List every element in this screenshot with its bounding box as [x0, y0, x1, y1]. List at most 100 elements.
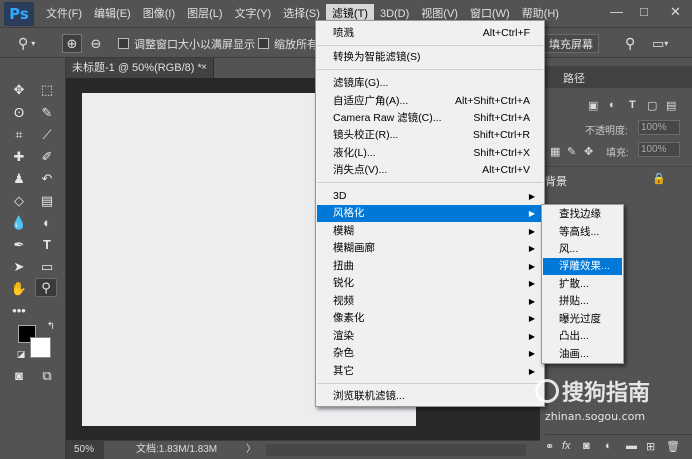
menu-item-blur-gallery[interactable]: 模糊画廊 ▶ [317, 240, 543, 257]
quick-select-tool-icon[interactable]: ✎ [36, 103, 58, 122]
menu-item-lens-correction[interactable]: 镜头校正(R)... Shift+Ctrl+R [317, 127, 543, 144]
resize-window-checkbox[interactable] [118, 38, 129, 49]
menu-item-camera-raw[interactable]: Camera Raw 滤镜(C)... Shift+Ctrl+A [317, 110, 543, 127]
menu-file[interactable]: 文件(F) [40, 4, 88, 24]
menu-item-stylize[interactable]: 风格化 ▶ [317, 205, 543, 222]
menu-layer[interactable]: 图层(L) [181, 4, 228, 24]
hand-tool-icon[interactable]: ✋ [8, 279, 30, 298]
filter-menu-dropdown: 喷溅 Alt+Ctrl+F 转换为智能滤镜(S) 滤镜库(G)... 自适应广角… [315, 20, 545, 407]
menu-image[interactable]: 图像(I) [137, 4, 181, 24]
tab-paths[interactable]: 路径 [563, 70, 585, 86]
resize-window-option[interactable]: 调整窗口大小以满屏显示 [118, 34, 255, 53]
zoom-in-icon[interactable]: ⊕ [62, 34, 82, 53]
edit-toolbar-icon[interactable]: ••• [8, 301, 30, 320]
add-mask-icon[interactable]: ◙ [583, 440, 590, 452]
blur-tool-icon[interactable]: 💧 [8, 213, 30, 232]
lock-position-icon[interactable]: ✥ [584, 145, 593, 158]
status-menu-arrow[interactable]: 〉 [246, 441, 256, 459]
lasso-tool-icon[interactable]: ʘ [8, 103, 30, 122]
gradient-tool-icon[interactable]: ▤ [36, 191, 58, 210]
menu-item-vanishing-point[interactable]: 消失点(V)... Alt+Ctrl+V [317, 162, 543, 179]
menu-type[interactable]: 文字(Y) [229, 4, 278, 24]
rectangle-tool-icon[interactable]: ▭ [36, 257, 58, 276]
lock-transparent-icon[interactable]: ▦ [550, 145, 560, 158]
lock-image-icon[interactable]: ✎ [567, 145, 576, 158]
menu-item-video[interactable]: 视频 ▶ [317, 293, 543, 310]
default-colors-icon[interactable]: ◪ [10, 345, 32, 364]
menu-item-filter-gallery[interactable]: 滤镜库(G)... [317, 75, 543, 92]
zoom-all-checkbox[interactable] [258, 38, 269, 49]
search-icon[interactable]: ⚲ [625, 34, 635, 53]
submenu-item-tiles[interactable]: 拼贴... [543, 293, 622, 310]
adjustment-layer-icon[interactable]: ◐ [605, 440, 612, 452]
horizontal-scrollbar[interactable] [266, 444, 526, 456]
submenu-item-diffuse[interactable]: 扩散... [543, 276, 622, 293]
eyedropper-tool-icon[interactable]: ⟋ [36, 125, 58, 144]
maximize-button[interactable]: □ [640, 4, 648, 19]
submenu-item-wind[interactable]: 风... [543, 241, 622, 258]
menu-item-3d[interactable]: 3D ▶ [317, 188, 543, 205]
marquee-tool-icon[interactable]: ⬚ [36, 80, 58, 99]
new-layer-icon[interactable]: ⊞ [646, 440, 655, 453]
close-button[interactable]: ✕ [670, 4, 681, 20]
zoom-tool-preset-icon[interactable]: ⚲ ▾ [18, 34, 35, 53]
fill-screen-button[interactable]: 填充屏幕 [543, 34, 599, 53]
zoom-all-option[interactable]: 缩放所有 [258, 34, 318, 53]
menu-item-blur[interactable]: 模糊 ▶ [317, 223, 543, 240]
filter-shape-icon[interactable]: ▢ [647, 99, 657, 112]
brush-tool-icon[interactable]: ✐ [36, 147, 58, 166]
menu-item-liquify[interactable]: 液化(L)... Shift+Ctrl+X [317, 145, 543, 162]
submenu-item-extrude[interactable]: 凸出... [543, 328, 622, 345]
filter-smart-icon[interactable]: ▤ [666, 99, 676, 112]
clone-stamp-tool-icon[interactable]: ♟ [8, 169, 30, 188]
minimize-button[interactable]: — [610, 4, 623, 19]
filter-adjust-icon[interactable]: ◐ [609, 99, 616, 111]
submenu-item-trace-contour[interactable]: 等高线... [543, 224, 622, 241]
menu-item-label: 液化(L)... [333, 147, 376, 159]
menu-item-noise[interactable]: 杂色 ▶ [317, 345, 543, 362]
filter-pixel-icon[interactable]: ▣ [588, 99, 598, 112]
screen-mode-icon[interactable]: ⧉ [36, 366, 58, 385]
pen-tool-icon[interactable]: ✒ [8, 235, 30, 254]
delete-layer-icon[interactable]: 🗑 [666, 440, 680, 453]
menu-item-browse-online-filters[interactable]: 浏览联机滤镜... [317, 388, 543, 405]
resize-window-label: 调整窗口大小以满屏显示 [134, 38, 255, 51]
filter-type-icon[interactable]: T [629, 99, 636, 111]
workspace-icon[interactable]: ▭ ▾ [652, 34, 668, 53]
opacity-input[interactable]: 100% [638, 120, 680, 135]
close-tab-icon[interactable]: × [201, 58, 207, 78]
fx-icon[interactable]: fx [562, 440, 571, 452]
zoom-out-icon[interactable]: ⊖ [86, 34, 106, 53]
menu-item-render[interactable]: 渲染 ▶ [317, 328, 543, 345]
menu-edit[interactable]: 编辑(E) [88, 4, 137, 24]
submenu-item-emboss[interactable]: 浮雕效果... [543, 258, 622, 275]
zoom-level[interactable]: 50% [66, 441, 104, 459]
menu-item-other[interactable]: 其它 ▶ [317, 363, 543, 380]
eraser-tool-icon[interactable]: ◇ [8, 191, 30, 210]
zoom-tool-icon[interactable]: ⚲ [35, 278, 57, 297]
fill-input[interactable]: 100% [638, 142, 680, 157]
menu-item-adaptive-wide-angle[interactable]: 自适应广角(A)... Alt+Shift+Ctrl+A [317, 93, 543, 110]
menu-item-convert-smart-filter[interactable]: 转换为智能滤镜(S) [317, 49, 543, 66]
crop-tool-icon[interactable]: ⌗ [8, 125, 30, 144]
swap-colors-icon[interactable]: ↰ [40, 317, 62, 336]
link-layers-icon[interactable]: ⚭ [545, 440, 554, 453]
new-group-icon[interactable]: ▬ [626, 440, 637, 452]
submenu-item-find-edges[interactable]: 查找边缘 [543, 206, 622, 223]
history-brush-tool-icon[interactable]: ↶ [36, 169, 58, 188]
menu-item-splash[interactable]: 喷溅 Alt+Ctrl+F [317, 25, 543, 42]
move-tool-icon[interactable]: ✥ [8, 80, 30, 99]
menu-item-distort[interactable]: 扭曲 ▶ [317, 258, 543, 275]
path-selection-tool-icon[interactable]: ➤ [8, 257, 30, 276]
quick-mask-icon[interactable]: ◙ [8, 366, 30, 385]
background-color-swatch[interactable] [30, 337, 51, 358]
menu-item-pixelate[interactable]: 像素化 ▶ [317, 310, 543, 327]
healing-brush-tool-icon[interactable]: ✚ [8, 147, 30, 166]
type-tool-icon[interactable]: T [36, 235, 58, 254]
dodge-tool-icon[interactable]: ◐ [36, 213, 58, 232]
layer-background-row[interactable]: 背景 🔒 [545, 166, 692, 192]
submenu-item-solarize[interactable]: 曝光过度 [543, 311, 622, 328]
menu-item-sharpen[interactable]: 锐化 ▶ [317, 275, 543, 292]
submenu-item-oil-paint[interactable]: 油画... [543, 346, 622, 363]
document-tab[interactable]: 未标题-1 @ 50%(RGB/8) * × [66, 58, 214, 78]
